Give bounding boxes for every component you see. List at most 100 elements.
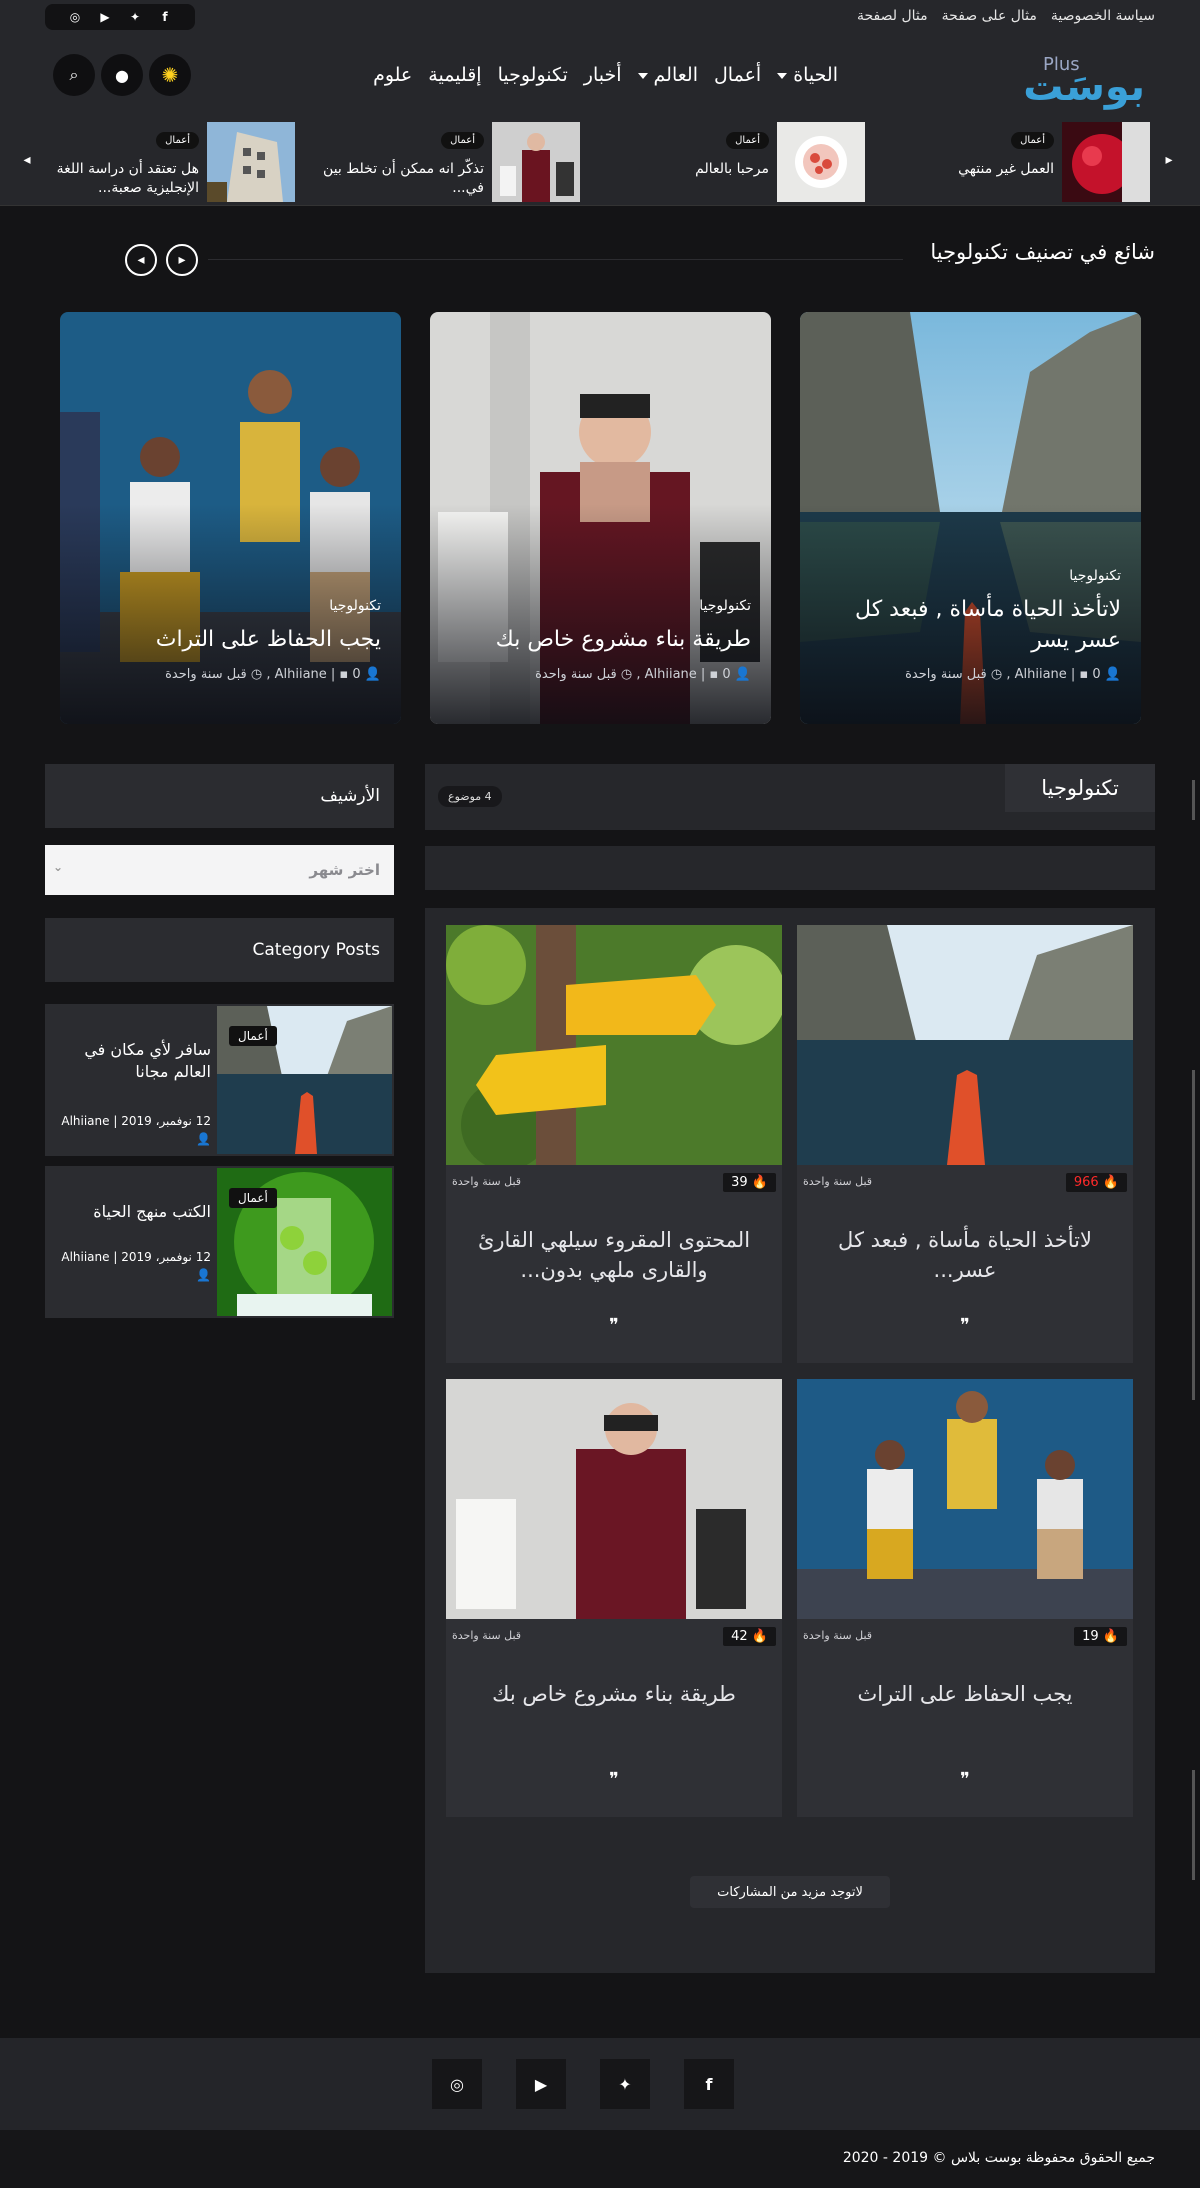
facebook-icon[interactable]: f [684, 2059, 734, 2109]
ticker-item[interactable]: أعمال هل تعتقد أن دراسة اللغة الإنجليزية… [39, 122, 295, 202]
archive-widget-title: الأرشيف [45, 764, 394, 828]
quote-icon: ❞ [609, 1769, 619, 1790]
user-icon[interactable]: ● [101, 54, 143, 96]
card-time: قبل سنة واحدة [165, 667, 247, 682]
post-title[interactable]: طريقة بناء مشروع خاص بك [466, 1679, 762, 1709]
user-icon: 👤 [1104, 667, 1121, 682]
twitter-icon[interactable]: ✦ [126, 10, 144, 24]
comment-icon: ▪ [1079, 667, 1089, 682]
nav-news[interactable]: أخبار [584, 64, 622, 86]
views-count: 42 [731, 1629, 748, 1644]
sidebar-post[interactable]: أعمال سافر لأي مكان في العالم مجانا 12 ن… [45, 1004, 394, 1156]
archive-month-select[interactable]: اختر شهر ⌄ [45, 845, 394, 895]
ticker-item[interactable]: أعمال تذكّر انه ممكن أن تخلط بين في... [300, 122, 580, 202]
ticker-item[interactable]: أعمال العمل غير منتهي [870, 122, 1150, 202]
sample-page-link[interactable]: مثال على صفحة [942, 8, 1037, 24]
sidebar-post-title[interactable]: الكتب منهج الحياة [61, 1201, 211, 1223]
post-card[interactable]: 🔥 39 قبل سنة واحدة المحتوى المقروء سيلهي… [446, 925, 782, 1363]
post-title[interactable]: المحتوى المقروء سيلهي القارئ والقارى مله… [466, 1225, 762, 1285]
clock-icon: ◷ [250, 667, 263, 682]
page-example-link[interactable]: مثال لصفحة [857, 8, 928, 24]
card-comments: 0 [722, 667, 731, 682]
trending-card[interactable]: تكنولوجيا يجب الحفاظ على التراث 👤 Alhiia… [60, 312, 401, 724]
sidebar-post-badge[interactable]: أعمال [229, 1188, 277, 1208]
logo[interactable]: Plus بوسَت [1023, 54, 1145, 114]
user-icon: 👤 [364, 667, 381, 682]
instagram-icon[interactable]: ◎ [432, 2059, 482, 2109]
archive-title: الأرشيف [320, 786, 380, 806]
card-author[interactable]: Alhiiane [645, 667, 697, 682]
card-author[interactable]: Alhiiane [1015, 667, 1067, 682]
nav-tech[interactable]: تكنولوجيا [498, 64, 568, 86]
post-count-badge: 4 موضوع [438, 786, 502, 807]
nav-regional[interactable]: إقليمية [428, 64, 481, 86]
post-title[interactable]: يجب الحفاظ على التراث [817, 1679, 1113, 1709]
search-icon[interactable]: ⌕ [53, 54, 95, 96]
card-meta: 👤 Alhiiane | ▪ 0 , ◷ قبل سنة واحدة [535, 667, 751, 682]
ticker-title: تذكّر انه ممكن أن تخلط بين في... [323, 161, 484, 196]
post-image [797, 925, 1133, 1165]
views-count: 39 [731, 1175, 748, 1190]
facebook-icon[interactable]: f [156, 10, 174, 24]
instagram-icon[interactable]: ◎ [66, 10, 84, 24]
card-category[interactable]: تكنولوجيا [1069, 568, 1121, 584]
comment-icon: ▪ [709, 667, 719, 682]
card-time: قبل سنة واحدة [905, 667, 987, 682]
nav-science[interactable]: علوم [373, 64, 412, 86]
youtube-icon[interactable]: ▶ [96, 10, 114, 24]
views-count: 19 [1082, 1629, 1099, 1644]
ticker-badge: أعمال [1011, 132, 1054, 149]
twitter-icon[interactable]: ✦ [600, 2059, 650, 2109]
post-card[interactable]: 🔥 42 قبل سنة واحدة طريقة بناء مشروع خاص … [446, 1379, 782, 1817]
archive-select-value: اختر شهر [309, 861, 380, 879]
card-category[interactable]: تكنولوجيا [699, 598, 751, 614]
scrollbar-marker [1192, 780, 1195, 820]
theme-toggle-icon[interactable]: ✺ [149, 54, 191, 96]
post-card[interactable]: 🔥 966 قبل سنة واحدة لاتأخذ الحياة مأساة … [797, 925, 1133, 1363]
privacy-link[interactable]: سياسة الخصوصية [1051, 8, 1155, 24]
sidebar-post-title[interactable]: سافر لأي مكان في العالم مجانا [61, 1039, 211, 1083]
ticker-next-arrow[interactable]: ▸ [1162, 152, 1176, 172]
nav-business[interactable]: أعمال [714, 64, 761, 86]
quote-icon: ❞ [960, 1769, 970, 1790]
chevron-down-icon: ⌄ [53, 860, 64, 874]
nav-life[interactable]: الحياة [777, 64, 838, 86]
card-comments: 0 [352, 667, 361, 682]
load-more-button[interactable]: لاتوجد مزيد من المشاركات [690, 1876, 890, 1908]
post-count: 4 موضوع [448, 790, 492, 803]
quote-icon: ❞ [960, 1315, 970, 1336]
news-ticker: ▸ ◂ أعمال العمل غير منتهي أعمال مرحبا با… [20, 120, 1180, 206]
card-title[interactable]: يجب الحفاظ على التراث [80, 624, 381, 655]
trending-card[interactable]: تكنولوجيا طريقة بناء مشروع خاص بك 👤 Alhi… [430, 312, 771, 724]
card-title[interactable]: طريقة بناء مشروع خاص بك [450, 624, 751, 655]
carousel-next-button[interactable]: ▸ [166, 244, 198, 276]
sidebar-post-badge[interactable]: أعمال [229, 1026, 277, 1046]
ticker-image [492, 122, 580, 202]
post-card[interactable]: 🔥 19 قبل سنة واحدة يجب الحفاظ على التراث… [797, 1379, 1133, 1817]
card-title[interactable]: لاتأخذ الحياة مأساة , فبعد كل عسر يسر [820, 594, 1121, 656]
user-icon: 👤 [196, 1268, 211, 1282]
ticker-title: هل تعتقد أن دراسة اللغة الإنجليزية صعبة.… [56, 161, 199, 196]
post-image [446, 1379, 782, 1619]
views-badge: 🔥 42 [723, 1627, 776, 1646]
post-title[interactable]: لاتأخذ الحياة مأساة , فبعد كل عسر... [817, 1225, 1113, 1285]
youtube-icon[interactable]: ▶ [516, 2059, 566, 2109]
card-comments: 0 [1092, 667, 1101, 682]
carousel-prev-button[interactable]: ◂ [125, 244, 157, 276]
category-filter-bar [425, 846, 1155, 890]
card-shade [430, 504, 771, 724]
logo-text: بوسَت [1023, 64, 1145, 110]
nav-world[interactable]: العالم [638, 64, 698, 86]
post-time: قبل سنة واحدة [803, 1175, 873, 1188]
clock-icon: ◷ [620, 667, 633, 682]
trending-card[interactable]: تكنولوجيا لاتأخذ الحياة مأساة , فبعد كل … [800, 312, 1141, 724]
views-badge: 🔥 966 [1065, 1173, 1127, 1192]
card-author[interactable]: Alhiiane [275, 667, 327, 682]
card-shade [60, 504, 401, 724]
ticker-prev-arrow[interactable]: ◂ [20, 152, 34, 172]
ticker-badge: أعمال [156, 132, 199, 149]
card-category[interactable]: تكنولوجيا [329, 598, 381, 614]
ticker-badge: أعمال [726, 132, 769, 149]
ticker-item[interactable]: أعمال مرحبا بالعالم [585, 122, 865, 202]
sidebar-post[interactable]: أعمال الكتب منهج الحياة 12 نوفمبر، 2019 … [45, 1166, 394, 1318]
